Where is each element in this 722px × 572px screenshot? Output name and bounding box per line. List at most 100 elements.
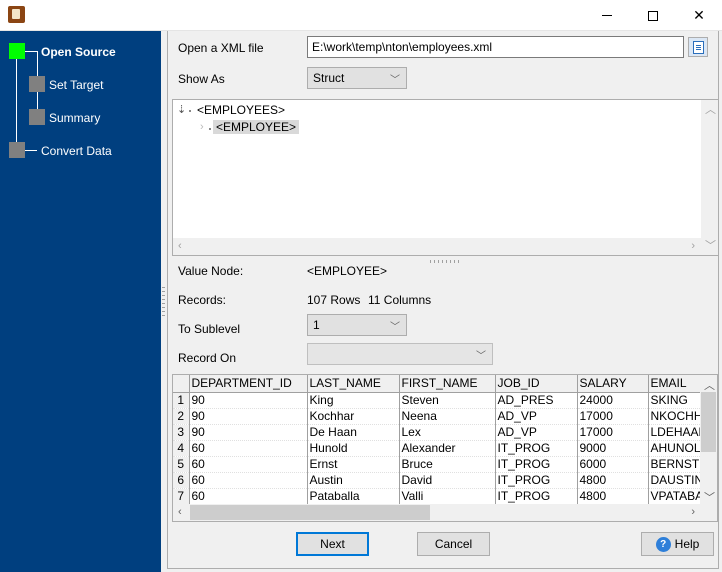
table-cell[interactable]: IT_PROG: [495, 456, 578, 473]
table-row[interactable]: 390De HaanLexAD_VP17000LDEHAAN: [173, 424, 700, 441]
table-cell[interactable]: Hunold: [307, 440, 400, 457]
table-cell[interactable]: 60: [189, 456, 308, 473]
table-row[interactable]: 6 60 Austin David IT_PROG 4800 DAUSTIN: [173, 472, 700, 489]
tree-vertical-scrollbar[interactable]: ︿ ﹀: [701, 100, 718, 255]
tree-horizontal-scrollbar[interactable]: ‹ ›: [173, 238, 701, 255]
scrollbar-thumb[interactable]: [701, 392, 716, 452]
step-open-source[interactable]: Open Source: [41, 45, 116, 59]
table-cell[interactable]: 17000: [577, 408, 649, 425]
splitter-grip[interactable]: [430, 260, 460, 263]
next-button[interactable]: Next: [296, 532, 369, 556]
show-as-select[interactable]: Struct ﹀: [307, 67, 407, 89]
tree-node-employees[interactable]: <EMPLOYEES>: [197, 103, 285, 117]
table-row[interactable]: 460HunoldAlexanderIT_PROG9000AHUNOLD: [173, 440, 700, 457]
table-cell[interactable]: Alexander: [399, 440, 496, 457]
table-cell[interactable]: LDEHAAN: [648, 424, 700, 441]
chevron-down-icon: ﹀: [390, 75, 400, 86]
step-summary[interactable]: Summary: [49, 111, 100, 125]
table-cell[interactable]: 24000: [577, 392, 649, 409]
table-cell[interactable]: Lex: [399, 424, 496, 441]
table-cell[interactable]: SKING: [648, 392, 700, 409]
column-header[interactable]: LAST_NAME: [307, 375, 400, 393]
table-cell[interactable]: Austin: [307, 472, 400, 489]
grid-vertical-scrollbar[interactable]: ︿ ﹀: [700, 375, 717, 505]
table-cell[interactable]: AHUNOLD: [648, 440, 700, 457]
column-header[interactable]: DEPARTMENT_ID: [189, 375, 308, 393]
table-cell[interactable]: 4800: [577, 472, 649, 489]
table-cell[interactable]: NKOCHHAR: [648, 408, 700, 425]
table-cell[interactable]: AD_PRES: [495, 392, 578, 409]
scroll-down-icon[interactable]: ﹀: [705, 237, 716, 253]
record-on-label: Record On: [178, 351, 237, 365]
table-cell[interactable]: 90: [189, 408, 308, 425]
table-cell[interactable]: BERNST: [648, 456, 700, 473]
table-cell[interactable]: VPATABAL: [648, 488, 700, 505]
grid-horizontal-scrollbar[interactable]: ‹ ›: [173, 504, 717, 521]
table-cell[interactable]: 60: [189, 472, 308, 489]
table-cell[interactable]: 90: [189, 424, 308, 441]
table-cell[interactable]: IT_PROG: [495, 440, 578, 457]
scroll-left-icon[interactable]: ‹: [178, 240, 182, 252]
table-row[interactable]: 760PataballaValliIT_PROG4800VPATABAL: [173, 488, 700, 505]
table-cell[interactable]: IT_PROG: [495, 472, 578, 489]
table-cell[interactable]: 6000: [577, 456, 649, 473]
maximize-button[interactable]: [630, 0, 676, 31]
sublevel-label: To Sublevel: [178, 322, 241, 336]
sublevel-select[interactable]: 1 ﹀: [307, 314, 407, 336]
column-header[interactable]: SALARY: [577, 375, 649, 393]
tree-node-employee[interactable]: <EMPLOYEE>: [213, 120, 300, 134]
table-cell[interactable]: Steven: [399, 392, 496, 409]
tree-line: [24, 51, 37, 52]
table-cell[interactable]: Kochhar: [307, 408, 400, 425]
close-button[interactable]: ✕: [676, 0, 722, 31]
table-cell[interactable]: IT_PROG: [495, 488, 578, 505]
table-cell[interactable]: 60: [189, 440, 308, 457]
table-cell[interactable]: 4800: [577, 488, 649, 505]
table-cell[interactable]: Bruce: [399, 456, 496, 473]
table-cell[interactable]: Neena: [399, 408, 496, 425]
column-header[interactable]: EMAIL: [648, 375, 700, 393]
help-label: Help: [674, 537, 700, 551]
file-path-input[interactable]: [307, 36, 684, 58]
column-header[interactable]: FIRST_NAME: [399, 375, 496, 393]
expand-toggle-icon[interactable]: ⇣: [177, 103, 186, 116]
table-row[interactable]: 1 90 King Steven AD_PRES 24000 SKING: [173, 392, 700, 409]
scroll-right-icon[interactable]: ›: [691, 506, 695, 518]
table-row[interactable]: 290KochharNeenaAD_VP17000NKOCHHAR: [173, 408, 700, 425]
record-on-select[interactable]: ﹀: [307, 343, 493, 365]
scrollbar-thumb[interactable]: [190, 505, 430, 520]
row-number-header: [173, 375, 190, 393]
table-cell[interactable]: 17000: [577, 424, 649, 441]
table-cell[interactable]: De Haan: [307, 424, 400, 441]
row-number: 4: [173, 440, 190, 457]
collapse-toggle-icon[interactable]: ›: [200, 121, 204, 133]
scroll-left-icon[interactable]: ‹: [178, 506, 182, 518]
table-cell[interactable]: 9000: [577, 440, 649, 457]
table-cell[interactable]: DAUSTIN: [648, 472, 700, 489]
scroll-down-icon[interactable]: ﹀: [704, 489, 715, 505]
table-cell[interactable]: Valli: [399, 488, 496, 505]
records-label: Records:: [178, 293, 227, 307]
table-cell[interactable]: AD_VP: [495, 408, 578, 425]
table-cell[interactable]: Pataballa: [307, 488, 400, 505]
splitter-grip[interactable]: [162, 287, 165, 317]
table-cell[interactable]: AD_VP: [495, 424, 578, 441]
scroll-up-icon[interactable]: ︿: [705, 101, 716, 117]
table-cell[interactable]: David: [399, 472, 496, 489]
step-set-target[interactable]: Set Target: [49, 78, 103, 92]
column-header[interactable]: JOB_ID: [495, 375, 578, 393]
minimize-button[interactable]: [584, 0, 630, 31]
browse-button[interactable]: [688, 37, 708, 57]
table-cell[interactable]: Ernst: [307, 456, 400, 473]
cancel-button[interactable]: Cancel: [417, 532, 490, 556]
scroll-up-icon[interactable]: ︿: [704, 377, 715, 393]
scroll-right-icon[interactable]: ›: [691, 240, 695, 252]
help-button[interactable]: ? Help: [641, 532, 714, 556]
table-cell[interactable]: King: [307, 392, 400, 409]
table-row[interactable]: 5 60 Ernst Bruce IT_PROG 6000 BERNST: [173, 456, 700, 473]
step-indicator-summary: [29, 109, 45, 125]
step-convert-data[interactable]: Convert Data: [41, 144, 112, 158]
step-indicator-open-source: [9, 43, 25, 59]
table-cell[interactable]: 90: [189, 392, 308, 409]
table-cell[interactable]: 60: [189, 488, 308, 505]
